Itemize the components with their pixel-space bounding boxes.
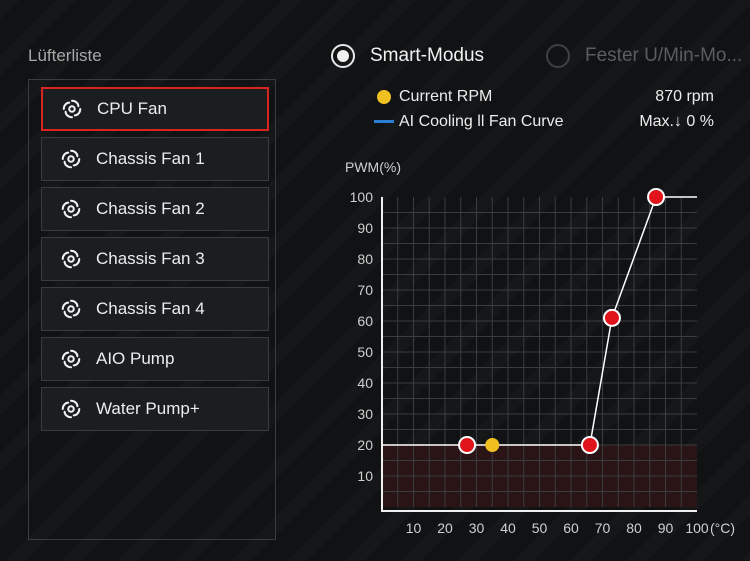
x-tick-label: 60 bbox=[563, 520, 579, 536]
x-tick-label: 80 bbox=[626, 520, 642, 536]
curve-control-point[interactable] bbox=[647, 188, 666, 206]
current-rpm-point bbox=[485, 438, 500, 452]
y-tick-label: 50 bbox=[357, 344, 373, 360]
x-tick-label: 100 bbox=[685, 520, 709, 536]
x-axis-label: (°C) bbox=[710, 520, 735, 536]
x-tick-label: 20 bbox=[437, 520, 453, 536]
curve-control-point[interactable] bbox=[458, 436, 477, 454]
y-axis-label: PWM(%) bbox=[345, 159, 401, 175]
fan-curve-chart[interactable]: 10 20 30 40 50 60 70 80 90 100 10 20 30 40 50 60 70 80 90 1… bbox=[0, 0, 750, 561]
x-tick-label: 10 bbox=[406, 520, 422, 536]
curve-control-point[interactable] bbox=[602, 308, 621, 327]
y-tick-label: 30 bbox=[357, 406, 373, 422]
y-tick-label: 10 bbox=[357, 468, 373, 484]
x-tick-label: 50 bbox=[532, 520, 548, 536]
x-tick-label: 40 bbox=[500, 520, 516, 536]
y-tick-label: 90 bbox=[357, 220, 373, 236]
x-tick-label: 90 bbox=[658, 520, 674, 536]
curve-control-point[interactable] bbox=[580, 436, 599, 454]
y-tick-label: 100 bbox=[350, 189, 374, 205]
y-tick-label: 70 bbox=[357, 282, 373, 298]
y-tick-label: 60 bbox=[357, 313, 373, 329]
y-tick-label: 20 bbox=[357, 437, 373, 453]
x-tick-label: 70 bbox=[595, 520, 611, 536]
x-tick-label: 30 bbox=[469, 520, 485, 536]
y-tick-label: 80 bbox=[357, 251, 373, 267]
y-tick-label: 40 bbox=[357, 375, 373, 391]
